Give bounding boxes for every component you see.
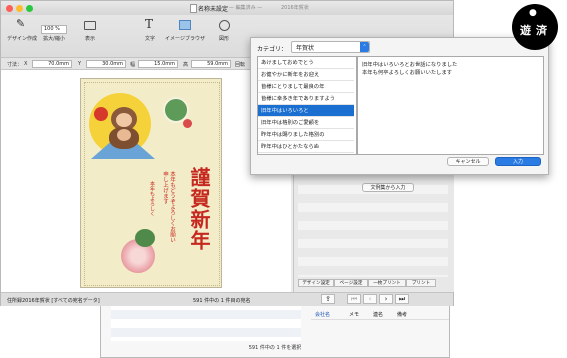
new-year-card[interactable]: 謹賀新年 本年もどうぞよろしくお願い申し上げます 本年もよろしく: [80, 78, 222, 288]
column-notes[interactable]: 備考: [397, 311, 407, 318]
preview-line-1: 旧年中はいろいろとお世話になりました: [362, 62, 458, 68]
width-field[interactable]: 15.0mm: [138, 60, 178, 68]
tab-print[interactable]: プリント: [406, 279, 436, 287]
zoom-button[interactable]: [26, 5, 33, 12]
category-select[interactable]: 年賀状 ⌃: [291, 41, 370, 53]
minimize-button[interactable]: [16, 5, 23, 12]
y-field[interactable]: 30.0mm: [86, 60, 126, 68]
card-small-text: 本年もよろしく: [149, 181, 155, 216]
phrase-list-item[interactable]: 旧年中はいろいろと: [258, 105, 354, 117]
watermark-line-1: 遊: [520, 24, 531, 37]
phrase-list-item[interactable]: あけましておめでとう: [258, 57, 354, 69]
preview-line-2: 本年も何卒よろしくお願いいたします: [362, 70, 453, 76]
column-memo[interactable]: メモ: [349, 311, 359, 318]
zoom-button[interactable]: 拡大/縮小: [37, 35, 71, 42]
shape-button[interactable]: 図形: [213, 20, 235, 42]
window-title: 名称未設定: [198, 6, 229, 13]
column-joint-name[interactable]: 連名: [373, 311, 383, 318]
phrase-list-item[interactable]: 皆様にとりまして最良の年: [258, 81, 354, 93]
tab-design-settings[interactable]: デザイン設定: [298, 279, 334, 287]
canvas-area[interactable]: 謹賀新年 本年もどうぞよろしくお願い申し上げます 本年もよろしく: [1, 70, 291, 292]
view-button[interactable]: 表示: [79, 21, 101, 42]
text-button[interactable]: T 文字: [139, 17, 161, 42]
next-record-button[interactable]: ›: [379, 294, 393, 304]
last-record-button[interactable]: ⏭: [395, 294, 409, 304]
address-column-header: 会社名 メモ 連名 備考: [311, 309, 449, 320]
phrase-list-item[interactable]: 昨年中は賜りました格別の: [258, 129, 354, 141]
phrase-insert-button[interactable]: 文例集から入力: [362, 183, 414, 192]
status-bar: 住所録2016年賀状 [すべての宛名データ] 591 件中の 1 件目の宛名 ⇪…: [1, 292, 453, 306]
phrase-preview[interactable]: 旧年中はいろいろとお世話になりました 本年も何卒よろしくお願いいたします: [357, 56, 544, 155]
height-label: 高: [183, 62, 189, 68]
plum-flower: [183, 119, 192, 128]
category-label: カテゴリ：: [257, 46, 288, 53]
shape-icon: [219, 20, 230, 31]
apple-icon: ●: [529, 8, 537, 18]
pencil-icon: ✎: [16, 17, 26, 30]
status-left: 住所録2016年賀状 [すべての宛名データ]: [7, 298, 100, 304]
insert-button[interactable]: 入力: [495, 157, 541, 166]
phrase-list-item[interactable]: 昨年中はひとかたならぬ: [258, 141, 354, 153]
x-field[interactable]: 70.0mm: [32, 60, 72, 68]
text-icon: T: [145, 17, 154, 31]
card-message: 本年もどうぞよろしくお願い申し上げます: [162, 171, 175, 243]
width-label: 幅: [130, 62, 136, 68]
phrase-list-item[interactable]: お健やかに新年をお迎え: [258, 69, 354, 81]
card-title: 謹賀新年: [187, 167, 211, 251]
design-tool-button[interactable]: ✎ デザイン作成: [7, 17, 37, 42]
size-label: 寸法：: [7, 62, 23, 68]
monkey-illustration: [107, 107, 141, 149]
image-browser-icon: [179, 20, 191, 30]
address-status: 591 件中の 1 件を選択: [248, 345, 302, 351]
tab-page-settings[interactable]: ページ設定: [334, 279, 368, 287]
share-button[interactable]: ⇪: [321, 294, 335, 304]
angle-label: 回転: [235, 62, 246, 68]
inspector-list[interactable]: [298, 185, 448, 277]
phrase-list[interactable]: あけましておめでとう お健やかに新年をお迎え 皆様にとりまして最良の年 皆様に幸多き年…: [257, 56, 357, 155]
x-label: X: [24, 61, 28, 67]
red-sun: [94, 107, 108, 121]
bottom-pine: [135, 229, 155, 247]
watermark-line-2: 済: [536, 24, 547, 37]
edited-label: — 編集済み —: [229, 5, 263, 11]
status-center: 591 件中の 1 件目の宛名: [193, 298, 251, 304]
phrase-list-item[interactable]: 旧年中は格別のご愛顧を: [258, 117, 354, 129]
tab-single-print[interactable]: 一枚プリント: [368, 279, 406, 287]
column-company[interactable]: 会社名: [315, 311, 330, 318]
title-bar[interactable]: 名称未設定 — 編集済み — 2016年賀状: [1, 1, 453, 16]
watermark-logo: ● 遊 済: [512, 4, 558, 50]
phrase-popover: カテゴリ： 年賀状 ⌃ あけましておめでとう お健やかに新年をお迎え 皆様にとりまし…: [250, 37, 549, 175]
cancel-button[interactable]: キャンセル: [447, 157, 489, 166]
close-button[interactable]: [6, 5, 13, 12]
document-icon: [190, 4, 197, 13]
zoom-field[interactable]: 100 %: [41, 25, 67, 34]
chevron-down-icon: ⌃: [360, 42, 369, 52]
secondary-title: 2016年賀状: [281, 5, 309, 11]
phrase-list-item[interactable]: 皆様に幸多き年でありますよう: [258, 93, 354, 105]
y-label: Y: [78, 61, 82, 67]
first-record-button[interactable]: ⏮: [347, 294, 361, 304]
previous-record-button[interactable]: ‹: [363, 294, 377, 304]
image-browser-button[interactable]: イメージブラウザ: [165, 20, 205, 42]
height-field[interactable]: 59.0mm: [191, 60, 231, 68]
address-list-rows[interactable]: [111, 301, 301, 341]
view-icon: [84, 21, 96, 30]
